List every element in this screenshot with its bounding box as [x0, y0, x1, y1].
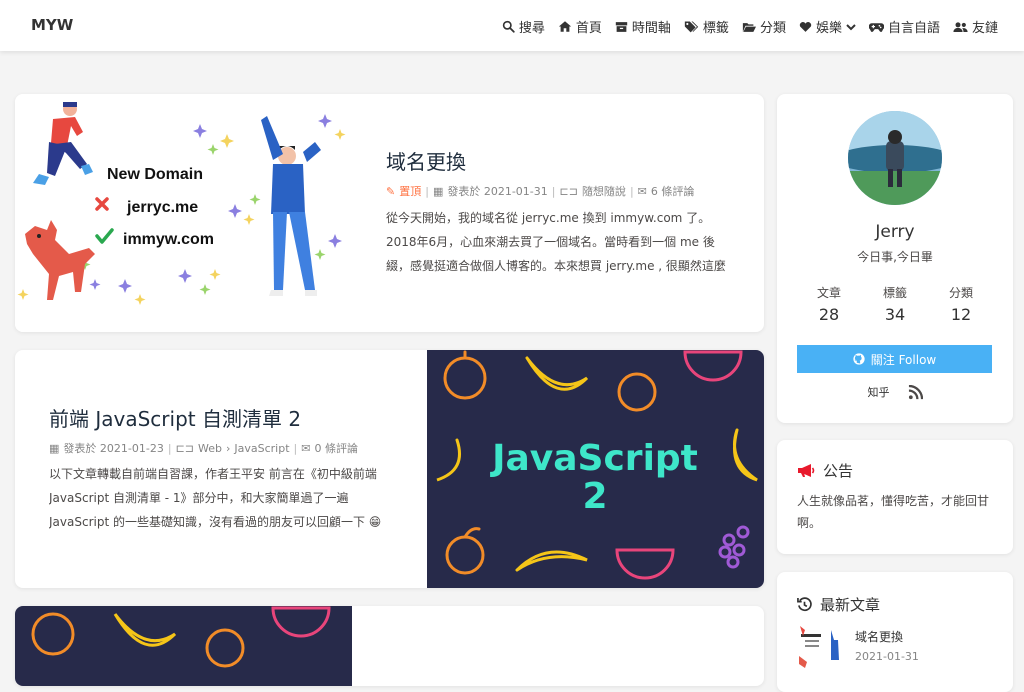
stat-categories[interactable]: 分類 12	[929, 284, 993, 324]
nav-item-label: 首頁	[575, 21, 602, 36]
post-card[interactable]	[15, 606, 764, 686]
nav-item-label: 搜尋	[518, 21, 545, 36]
cover-old-domain: jerryc.me	[126, 199, 198, 216]
stat-tags[interactable]: 標籤 34	[863, 284, 927, 324]
site-brand[interactable]: MYW	[31, 16, 73, 34]
folder-open-icon	[742, 22, 756, 32]
announcement-card: 公告 人生就像品茗，懂得吃苦，才能回甘啊。	[777, 440, 1013, 554]
thumbtack-icon: ✎	[386, 184, 396, 198]
post-excerpt: 從今天開始，我的域名從 jerryc.me 換到 immyw.com 了。 20…	[386, 211, 726, 273]
chevron-down-icon	[846, 23, 856, 30]
heart-icon	[799, 21, 812, 32]
post-comments[interactable]: 0 條評論	[314, 440, 358, 456]
inbox-icon: ⊏⊐	[175, 441, 194, 455]
rss-icon[interactable]	[908, 384, 923, 400]
avatar[interactable]	[848, 111, 942, 205]
nav-item-label: 自言自語	[887, 21, 940, 36]
author-card: Jerry 今日事,今日畢 文章 28 標籤 34 分類 12 關注 Follo…	[777, 94, 1013, 423]
gamepad-icon	[868, 22, 884, 32]
comments-icon: ✉	[301, 441, 311, 455]
calendar-icon: ▦	[49, 441, 60, 455]
post-card[interactable]: 前端 JavaScript 自測清單 2 ▦ 發表於 2021-01-23 | …	[15, 350, 764, 588]
recent-post-date: 2021-01-31	[855, 650, 919, 663]
follow-button[interactable]: 關注 Follow	[797, 345, 992, 373]
zhihu-link[interactable]: 知乎	[868, 384, 890, 400]
nav-item-label: 標籤	[702, 21, 729, 36]
post-date: 發表於 2021-01-23	[63, 442, 164, 455]
home-icon	[558, 21, 572, 32]
post-title[interactable]: 域名更換	[386, 146, 466, 175]
bullhorn-icon	[798, 464, 815, 477]
post-date: 發表於 2021-01-31	[447, 185, 548, 198]
cover-heading: New Domain	[107, 166, 203, 183]
post-subcategory[interactable]: JavaScript	[234, 442, 289, 455]
recent-posts-header: 最新文章	[797, 594, 880, 615]
search-icon	[502, 20, 515, 33]
recent-post-thumbnail[interactable]	[797, 624, 843, 670]
nav-item-label: 友鏈	[971, 21, 998, 36]
nav-item-tags[interactable]: 標籤	[684, 17, 729, 36]
post-cover-image[interactable]: New Domain jerryc.me immyw.com	[15, 94, 367, 332]
author-name: Jerry	[875, 222, 915, 242]
nav-item-label: 時間軸	[631, 21, 671, 36]
comments-icon: ✉	[637, 184, 647, 198]
nav-item-search[interactable]: 搜尋	[502, 17, 545, 36]
social-links: 知乎	[777, 384, 1013, 400]
recent-posts-card: 最新文章 域名更換 2021-01-31	[777, 572, 1013, 692]
announcement-text: 人生就像品茗，懂得吃苦，才能回甘啊。	[797, 494, 990, 530]
inbox-icon: ⊏⊐	[559, 184, 578, 198]
post-cover-image[interactable]: JavaScript 2	[427, 350, 764, 588]
recent-posts-title: 最新文章	[820, 596, 881, 614]
github-icon	[853, 353, 865, 365]
author-stats: 文章 28 標籤 34 分類 12	[797, 284, 993, 324]
nav-item-label: 娛樂	[815, 21, 842, 36]
post-meta: ▦ 發表於 2021-01-23 | ⊏⊐ Web › JavaScript |…	[49, 440, 358, 456]
post-category[interactable]: 隨想隨說	[582, 183, 626, 199]
history-icon	[797, 597, 812, 612]
nav-item-categories[interactable]: 分類	[742, 17, 786, 36]
nav-item-entertainment[interactable]: 娛樂	[799, 17, 856, 36]
post-meta: ✎ 置頂 | ▦ 發表於 2021-01-31 | ⊏⊐ 隨想隨說 | ✉ 6 …	[386, 183, 695, 199]
post-card[interactable]: New Domain jerryc.me immyw.com 域名更換 ✎ 置頂…	[15, 94, 764, 332]
nav-item-friends[interactable]: 友鏈	[953, 17, 998, 36]
nav-item-home[interactable]: 首頁	[558, 17, 602, 36]
nav-menu: 搜尋 首頁 時間軸 標籤 分類 娛樂 自言自語 友鏈	[502, 17, 998, 36]
cover-js-title: JavaScript	[489, 438, 698, 479]
nav-item-timeline[interactable]: 時間軸	[615, 17, 671, 36]
archive-icon	[615, 21, 628, 32]
nav-item-label: 分類	[759, 21, 786, 36]
post-title[interactable]: 前端 JavaScript 自測清單 2	[49, 403, 301, 432]
cover-js-number: 2	[582, 476, 607, 517]
top-navbar: MYW 搜尋 首頁 時間軸 標籤 分類 娛樂 自言自語 友鏈	[0, 0, 1024, 51]
announcement-title: 公告	[823, 462, 854, 480]
announcement-header: 公告	[797, 460, 853, 481]
follow-label: 關注 Follow	[870, 352, 937, 367]
tags-icon	[684, 21, 699, 33]
recent-post-title[interactable]: 域名更換	[855, 628, 903, 645]
angle-right-icon: ›	[225, 441, 231, 455]
cover-new-domain: immyw.com	[123, 231, 214, 248]
nav-item-monologue[interactable]: 自言自語	[868, 17, 940, 36]
calendar-icon: ▦	[432, 184, 444, 198]
post-category[interactable]: Web	[198, 442, 222, 455]
post-comments[interactable]: 6 條評論	[651, 183, 695, 199]
pinned-label: 置頂	[399, 185, 422, 198]
recent-post-item[interactable]: 域名更換 2021-01-31	[797, 624, 997, 674]
post-excerpt: 以下文章轉載自前端自習課，作者王平安 前言在《初中級前端 JavaScript …	[49, 467, 382, 529]
post-cover-image[interactable]	[15, 606, 352, 686]
stat-articles[interactable]: 文章 28	[797, 284, 861, 324]
user-friends-icon	[953, 21, 968, 32]
author-motto: 今日事,今日畢	[857, 250, 933, 264]
